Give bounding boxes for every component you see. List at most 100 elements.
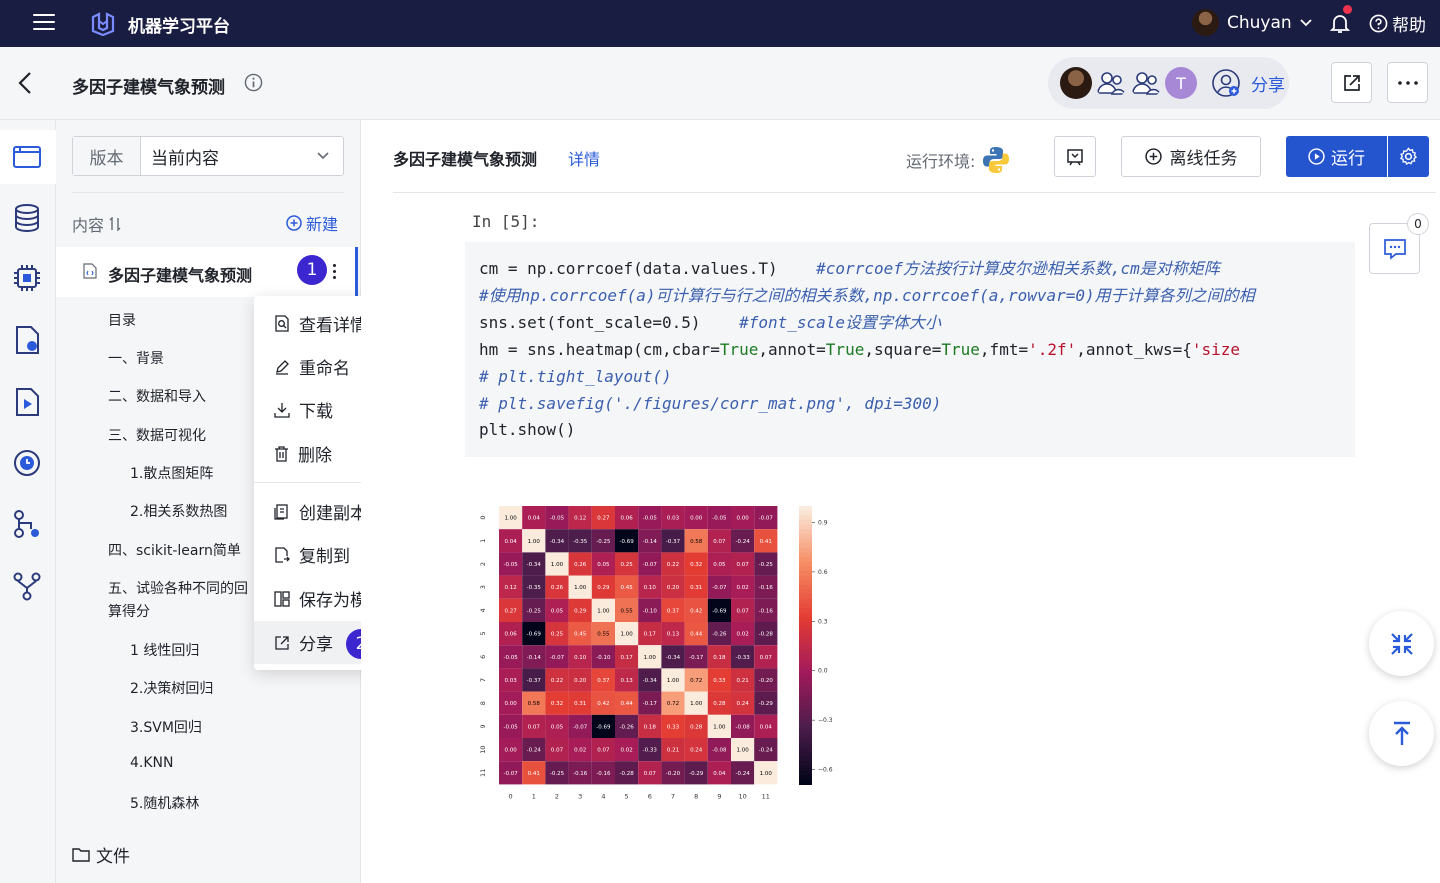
plus-circle-icon xyxy=(286,215,302,231)
hamburger-menu-icon[interactable] xyxy=(33,14,55,32)
y-tick-label: 2 xyxy=(479,562,487,566)
file-play-icon[interactable] xyxy=(11,386,43,418)
heatmap-cell-label: 0.29 xyxy=(574,608,587,614)
files-section[interactable]: 文件 xyxy=(72,842,130,867)
code-line: hm = sns.heatmap(cm,cbar=True,annot=True… xyxy=(479,337,1355,364)
colorbar-segment xyxy=(799,603,812,609)
user-menu[interactable]: Chuyan xyxy=(1192,9,1312,36)
details-link[interactable]: 详情 xyxy=(568,146,600,170)
heatmap-cell-label: 0.07 xyxy=(528,724,541,730)
help-link[interactable]: 帮助 xyxy=(1369,11,1426,36)
heatmap-cell-label: -0.69 xyxy=(619,539,634,545)
heatmap-cell-label: 0.24 xyxy=(690,748,703,754)
toc-heading: 目录 xyxy=(108,313,136,329)
content-sort[interactable]: 内容 xyxy=(72,212,121,236)
heatmap-cell-label: 0.07 xyxy=(713,539,726,545)
toc-item[interactable]: 4.KNN xyxy=(130,755,298,771)
menu-item-label: 删除 xyxy=(298,446,332,466)
colorbar-tick-label: −0.3 xyxy=(818,717,833,724)
bell-icon[interactable] xyxy=(1330,12,1350,34)
notebook-icon[interactable] xyxy=(11,141,43,173)
colorbar-segment xyxy=(799,612,812,618)
toc-item[interactable]: 2.决策树回归 xyxy=(130,678,298,698)
collaborator-initial-avatar: T xyxy=(1165,67,1197,99)
toc-item[interactable]: 5.随机森林 xyxy=(130,793,298,813)
heatmap-cell-label: -0.05 xyxy=(712,516,727,522)
heatmap-cell-label: -0.29 xyxy=(759,701,774,707)
colorbar-tick-label: −0.6 xyxy=(818,767,833,774)
new-label: 新建 xyxy=(306,215,339,234)
colorbar-segment xyxy=(799,700,812,707)
heatmap-cell-label: -0.10 xyxy=(596,655,611,661)
more-options-button[interactable] xyxy=(1387,62,1428,103)
colorbar-tick-label: 0.3 xyxy=(818,618,828,625)
offline-task-button[interactable]: 离线任务 xyxy=(1121,136,1261,177)
code-token: ,square= xyxy=(864,339,942,359)
heatmap-cell-label: -0.07 xyxy=(550,655,565,661)
run-button[interactable]: 运行 xyxy=(1286,136,1387,177)
notebook-file-icon xyxy=(83,263,97,279)
heatmap-cell-label: 0.07 xyxy=(736,608,749,614)
clock-icon[interactable] xyxy=(11,447,43,479)
code-token: #font_scale设置字体大小 xyxy=(739,312,942,332)
collaborators-group[interactable]: T 分享 xyxy=(1048,57,1289,109)
heatmap-cell-label: 0.44 xyxy=(690,632,703,638)
export-button[interactable] xyxy=(1331,62,1372,103)
colorbar-segment xyxy=(799,608,812,614)
heatmap-cell-label: -0.34 xyxy=(550,539,565,545)
heatmap-cell-label: -0.25 xyxy=(550,771,565,777)
colorbar-segment xyxy=(799,691,812,697)
pipeline-icon[interactable] xyxy=(11,508,43,540)
code-token: True xyxy=(825,339,865,359)
colorbar-segment xyxy=(799,686,812,693)
back-arrow-icon[interactable] xyxy=(17,71,33,95)
file-user-icon[interactable] xyxy=(11,324,43,356)
new-button[interactable]: 新建 xyxy=(286,211,338,235)
toc-item[interactable]: 四、scikit-learn简单 xyxy=(108,540,255,560)
model-tree-icon[interactable] xyxy=(11,570,43,602)
heatmap-cell-label: -0.69 xyxy=(527,632,542,638)
x-tick-label: 11 xyxy=(762,792,770,800)
fullscreen-button[interactable] xyxy=(1369,611,1434,676)
kebab-menu-icon[interactable] xyxy=(333,264,337,282)
heatmap-cell-label: -0.24 xyxy=(735,771,750,777)
colorbar-segment xyxy=(799,566,812,572)
heatmap-cell-label: 0.02 xyxy=(620,748,632,754)
share-link[interactable]: 分享 xyxy=(1251,71,1285,96)
heatmap-cell-label: 0.32 xyxy=(690,562,702,568)
arrow-to-top-icon xyxy=(1393,721,1410,745)
bookmark-button[interactable] xyxy=(1054,136,1096,177)
heatmap-cell-label: -0.35 xyxy=(573,539,588,545)
user-group-icon xyxy=(1097,72,1127,95)
database-icon[interactable] xyxy=(11,202,43,234)
toc-item-continued[interactable]: 算得分 xyxy=(108,601,255,621)
code-cell[interactable]: cm = np.corrcoef(data.values.T) #corrcoe… xyxy=(465,242,1355,457)
colorbar-segment xyxy=(799,635,812,642)
heatmap-cell-label: 0.02 xyxy=(736,632,748,638)
colorbar-segment xyxy=(799,552,812,558)
y-tick-label: 5 xyxy=(479,632,487,636)
run-settings-button[interactable] xyxy=(1388,136,1429,177)
runtime-env[interactable]: 运行环境: xyxy=(906,145,1011,175)
heatmap-cell-label: 0.00 xyxy=(736,516,749,522)
code-token: ,annot= xyxy=(758,339,826,359)
heatmap-cell-label: 0.05 xyxy=(713,562,726,568)
info-icon[interactable] xyxy=(244,73,263,92)
colorbar-segment xyxy=(799,645,812,651)
chip-icon[interactable] xyxy=(11,262,43,294)
toc-item[interactable]: 3.SVM回归 xyxy=(130,717,298,737)
colorbar-segment xyxy=(799,529,812,535)
code-token: cm = np.corrcoef(data.values.T) xyxy=(479,259,817,278)
colorbar-segment xyxy=(799,779,812,785)
colorbar-segment xyxy=(799,524,812,530)
colorbar-tick-label: 0.6 xyxy=(818,569,828,576)
y-tick-label: 8 xyxy=(479,701,487,705)
y-tick-label: 1 xyxy=(479,539,487,543)
colorbar-segment xyxy=(799,622,812,628)
add-user-icon[interactable] xyxy=(1210,67,1242,99)
version-label: 版本 xyxy=(73,137,141,175)
scroll-top-button[interactable] xyxy=(1369,701,1434,766)
y-tick-label: 11 xyxy=(479,769,487,777)
toc-item[interactable]: 五、试验各种不同的回 xyxy=(108,578,255,598)
version-select[interactable]: 版本 当前内容 xyxy=(72,136,344,176)
